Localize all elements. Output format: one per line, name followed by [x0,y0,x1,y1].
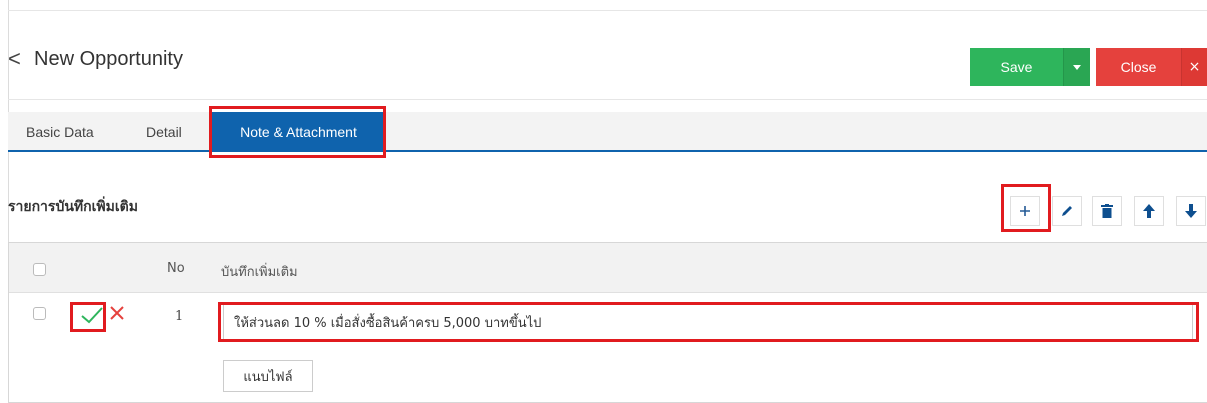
tab-bar: Basic Data Detail Note & Attachment [8,112,1207,152]
pencil-icon [1062,206,1072,216]
caret-down-icon [1073,64,1081,70]
tab-basic-data[interactable]: Basic Data [26,112,94,152]
header-divider [8,99,1207,100]
back-chevron-icon[interactable]: < [8,45,21,73]
arrow-up-icon [1143,204,1155,218]
edit-button[interactable] [1052,196,1082,226]
highlight-box-add [1001,184,1051,232]
select-all-checkbox[interactable] [33,263,46,276]
column-header-no: No [167,261,185,276]
column-header-note: บันทึกเพิ่มเติม [221,265,298,280]
tab-detail[interactable]: Detail [146,112,182,152]
row-checkbox[interactable] [33,307,46,320]
section-title: รายการบันทึกเพิ่มเติม [8,199,138,215]
cancel-x-icon[interactable] [107,303,127,323]
table-header: No บันทึกเพิ่มเติม [9,243,1207,293]
save-options-dropdown[interactable] [1063,48,1090,86]
move-up-button[interactable] [1134,196,1164,226]
trash-icon [1101,204,1113,218]
close-x-icon[interactable]: × [1181,48,1207,86]
highlight-box-tab [209,106,386,158]
page-header: < New Opportunity Save Close × [0,11,1207,99]
row-number: 1 [175,309,184,324]
close-button[interactable]: Close [1096,48,1181,86]
move-down-button[interactable] [1176,196,1206,226]
page-title: New Opportunity [34,48,183,70]
highlight-box-confirm [70,302,106,332]
highlight-box-note [218,302,1199,342]
attach-file-button[interactable]: แนบไฟล์ [223,360,313,392]
delete-button[interactable] [1092,196,1122,226]
arrow-down-icon [1185,204,1197,218]
save-button[interactable]: Save [970,48,1063,86]
